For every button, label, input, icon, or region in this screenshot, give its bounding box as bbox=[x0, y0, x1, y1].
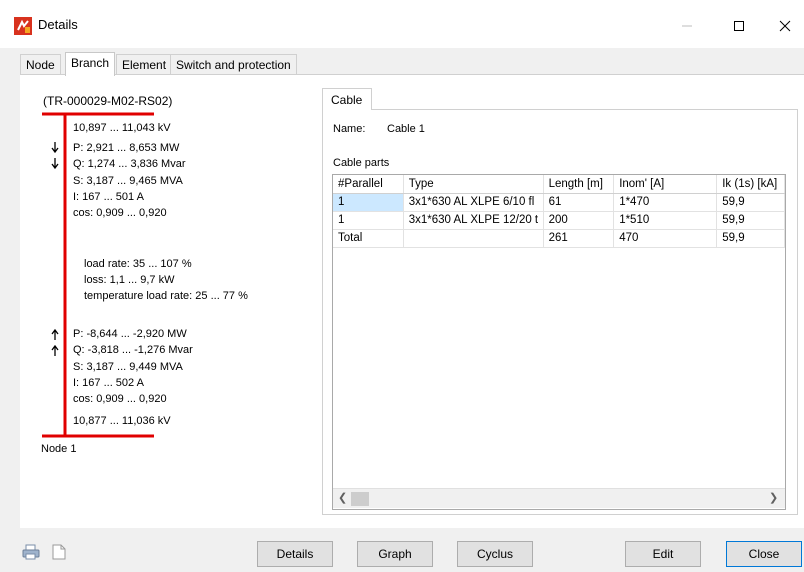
edit-button[interactable]: Edit bbox=[625, 541, 701, 567]
minimize-button[interactable] bbox=[664, 10, 710, 42]
table-cell[interactable]: 200 bbox=[543, 211, 615, 230]
table-cell[interactable]: 3x1*630 AL XLPE 6/10 fl bbox=[403, 193, 544, 212]
close-window-button[interactable] bbox=[762, 10, 804, 42]
table-cell[interactable] bbox=[403, 229, 544, 248]
tab-cable[interactable]: Cable bbox=[322, 88, 372, 110]
table-header-row: #Parallel Type Length [m] Inom' [A] Ik (… bbox=[333, 175, 785, 194]
arrow-down-icon bbox=[51, 142, 59, 154]
cable-parts-grid[interactable]: #Parallel Type Length [m] Inom' [A] Ik (… bbox=[332, 174, 786, 510]
arrow-up-icon bbox=[51, 344, 59, 356]
maximize-button[interactable] bbox=[716, 10, 762, 42]
cyclus-button[interactable]: Cyclus bbox=[457, 541, 533, 567]
top-voltage: 10,897 ... 11,043 kV bbox=[73, 122, 171, 134]
loss: loss: 1,1 ... 9,7 kW bbox=[84, 274, 175, 286]
table-cell[interactable]: 470 bbox=[613, 229, 718, 248]
scrollbar-thumb[interactable] bbox=[351, 492, 369, 506]
arrow-down-icon bbox=[51, 158, 59, 170]
graph-button[interactable]: Graph bbox=[357, 541, 433, 567]
table-cell[interactable]: 1 bbox=[333, 211, 404, 230]
print-icon[interactable] bbox=[22, 544, 40, 560]
table-cell[interactable]: 1*470 bbox=[613, 193, 718, 212]
column-header[interactable]: Type bbox=[403, 175, 544, 194]
top-s: S: 3,187 ... 9,465 MVA bbox=[73, 175, 183, 187]
name-label: Name: bbox=[333, 123, 366, 135]
top-cos: cos: 0,909 ... 0,920 bbox=[73, 207, 167, 219]
table-row-total[interactable]: Total 261 470 59,9 bbox=[333, 229, 785, 248]
app-icon bbox=[14, 17, 32, 35]
tab-element[interactable]: Element bbox=[116, 54, 173, 75]
details-button[interactable]: Details bbox=[257, 541, 333, 567]
table-row[interactable]: 1 3x1*630 AL XLPE 6/10 fl 61 1*470 59,9 bbox=[333, 193, 785, 212]
window-title: Details bbox=[38, 17, 78, 32]
column-header[interactable]: Inom' [A] bbox=[613, 175, 718, 194]
scroll-right-icon[interactable]: ❯ bbox=[769, 491, 778, 504]
table-cell[interactable]: 59,9 bbox=[716, 229, 785, 248]
table-cell[interactable]: 3x1*630 AL XLPE 12/20 t bbox=[403, 211, 544, 230]
column-header[interactable]: Ik (1s) [kA] bbox=[716, 175, 785, 194]
bottom-q: Q: -3,818 ... -1,276 Mvar bbox=[73, 344, 193, 356]
branch-id: (TR-000029-M02-RS02) bbox=[43, 94, 173, 108]
table-cell[interactable]: 59,9 bbox=[716, 193, 785, 212]
bottom-p: P: -8,644 ... -2,920 MW bbox=[73, 328, 187, 340]
table-cell[interactable]: 61 bbox=[543, 193, 615, 212]
minimize-icon bbox=[682, 25, 692, 27]
cable-parts-label: Cable parts bbox=[333, 157, 390, 169]
column-header[interactable]: #Parallel bbox=[333, 175, 404, 194]
maximize-icon bbox=[734, 21, 744, 31]
title-bar: Details bbox=[0, 0, 804, 48]
table-row[interactable]: 1 3x1*630 AL XLPE 12/20 t 200 1*510 59,9 bbox=[333, 211, 785, 230]
bottom-cos: cos: 0,909 ... 0,920 bbox=[73, 393, 167, 405]
table-cell[interactable]: 1*510 bbox=[613, 211, 718, 230]
tab-switch-and-protection[interactable]: Switch and protection bbox=[170, 54, 297, 75]
cable-parts-table: #Parallel Type Length [m] Inom' [A] Ik (… bbox=[333, 175, 785, 248]
table-cell[interactable]: 1 bbox=[333, 193, 404, 212]
bottom-i: I: 167 ... 502 A bbox=[73, 377, 144, 389]
close-button[interactable]: Close bbox=[726, 541, 802, 567]
temperature-load-rate: temperature load rate: 25 ... 77 % bbox=[84, 290, 248, 302]
tab-branch[interactable]: Branch bbox=[65, 52, 116, 76]
table-cell[interactable]: Total bbox=[333, 229, 404, 248]
bottom-voltage: 10,877 ... 11,036 kV bbox=[73, 415, 171, 427]
horizontal-scrollbar[interactable]: ❮ ❯ bbox=[333, 488, 785, 508]
load-rate: load rate: 35 ... 107 % bbox=[84, 258, 192, 270]
scroll-left-icon[interactable]: ❮ bbox=[338, 491, 347, 504]
column-header[interactable]: Length [m] bbox=[543, 175, 615, 194]
top-q: Q: 1,274 ... 3,836 Mvar bbox=[73, 158, 186, 170]
table-cell[interactable]: 59,9 bbox=[716, 211, 785, 230]
table-cell[interactable]: 261 bbox=[543, 229, 615, 248]
tab-node[interactable]: Node bbox=[20, 54, 61, 75]
arrow-up-icon bbox=[51, 328, 59, 340]
close-icon bbox=[779, 20, 791, 32]
top-i: I: 167 ... 501 A bbox=[73, 191, 144, 203]
node-label: Node 1 bbox=[41, 443, 77, 455]
bottom-s: S: 3,187 ... 9,449 MVA bbox=[73, 361, 183, 373]
cable-name-value: Cable 1 bbox=[387, 123, 425, 135]
copy-icon[interactable] bbox=[52, 544, 66, 560]
top-p: P: 2,921 ... 8,653 MW bbox=[73, 142, 180, 154]
